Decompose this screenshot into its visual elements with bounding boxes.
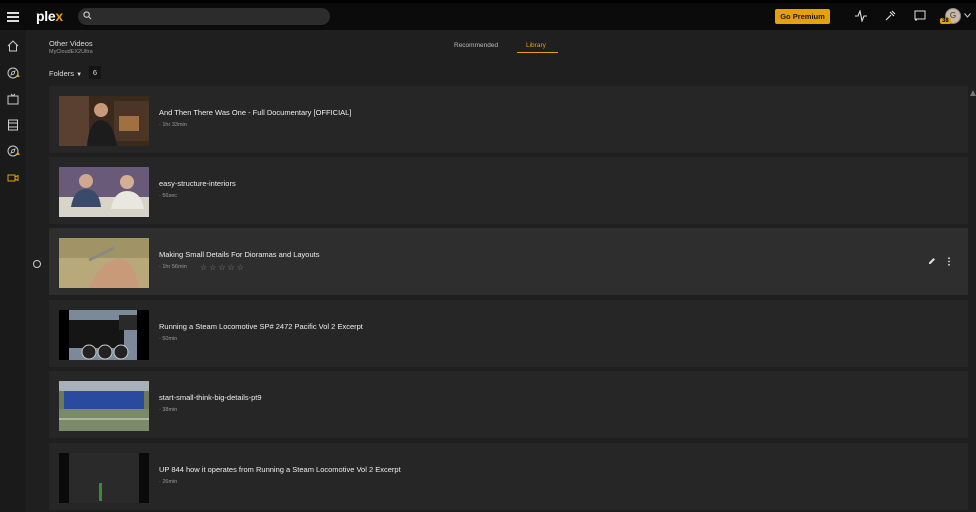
edit-icon[interactable] [928, 257, 936, 265]
video-duration: · 38min [159, 407, 178, 413]
list-item[interactable]: UP 844 how it operates from Running a St… [49, 443, 968, 510]
caret-down-icon: ▼ [76, 72, 83, 78]
film-icon[interactable] [7, 119, 19, 131]
notification-badge: 38 [940, 18, 951, 24]
top-bar: plex Go Premium G 38 [0, 0, 976, 30]
video-camera-icon[interactable] [7, 172, 19, 184]
video-thumbnail[interactable] [59, 167, 149, 217]
home-icon[interactable] [7, 40, 19, 52]
rating-stars[interactable]: ☆☆☆☆☆ [200, 263, 246, 272]
activity-icon[interactable] [855, 10, 867, 22]
video-title[interactable]: easy-structure-interiors [159, 179, 236, 188]
tab-recommended[interactable]: Recommended [454, 42, 498, 49]
more-options-icon[interactable] [947, 257, 951, 266]
select-radio[interactable] [33, 260, 41, 268]
library-title: Other Videos [49, 39, 93, 48]
main-content: Other Videos MyCloudEX2Ultra Recommended… [26, 30, 976, 512]
tab-library[interactable]: Library [526, 42, 546, 49]
go-premium-button[interactable]: Go Premium [775, 9, 830, 24]
video-duration: · 1hr 33min [159, 122, 187, 128]
warning-icon: ▲ [15, 73, 21, 79]
logo-accent: x [55, 8, 63, 24]
search-icon [83, 11, 92, 20]
video-duration: · 26min [159, 479, 178, 485]
folders-label: Folders [49, 69, 75, 78]
tv-icon[interactable] [7, 93, 19, 105]
folders-dropdown[interactable]: Folders ▼ [49, 69, 82, 78]
video-thumbnail[interactable] [59, 453, 149, 503]
logo-text: ple [36, 8, 56, 24]
list-item[interactable]: easy-structure-interiors · 56sec [49, 157, 968, 224]
search-input[interactable] [78, 8, 330, 25]
cast-icon[interactable] [914, 10, 926, 22]
item-count: 6 [89, 66, 101, 79]
video-duration: · 50min [159, 336, 178, 342]
menu-icon[interactable] [7, 12, 19, 22]
tab-active-indicator [517, 52, 558, 53]
list-item[interactable]: start-small-think-big-details-pt9 · 38mi… [49, 371, 968, 438]
video-thumbnail[interactable] [59, 238, 149, 288]
list-item[interactable]: Running a Steam Locomotive SP# 2472 Paci… [49, 300, 968, 367]
video-thumbnail[interactable] [59, 310, 149, 360]
video-duration: · 56sec [159, 193, 178, 199]
chevron-down-icon[interactable] [964, 13, 971, 18]
video-title[interactable]: start-small-think-big-details-pt9 [159, 393, 262, 402]
video-title[interactable]: UP 844 how it operates from Running a St… [159, 465, 401, 474]
list-item[interactable]: And Then There Was One - Full Documentar… [49, 86, 968, 153]
video-duration: · 1hr 56min [159, 264, 187, 270]
video-title[interactable]: Running a Steam Locomotive SP# 2472 Paci… [159, 322, 363, 331]
list-item[interactable]: Making Small Details For Dioramas and La… [49, 228, 968, 295]
plex-logo[interactable]: plex [36, 8, 63, 24]
scroll-up-icon[interactable] [970, 90, 976, 96]
video-title[interactable]: And Then There Was One - Full Documentar… [159, 108, 351, 117]
server-name: MyCloudEX2Ultra [49, 49, 93, 55]
video-thumbnail[interactable] [59, 381, 149, 431]
settings-wrench-icon[interactable] [884, 10, 896, 22]
video-title[interactable]: Making Small Details For Dioramas and La… [159, 250, 319, 259]
sidebar: ▲ ▲ [0, 30, 26, 512]
video-thumbnail[interactable] [59, 96, 149, 146]
warning-icon-2: ▲ [15, 151, 21, 157]
